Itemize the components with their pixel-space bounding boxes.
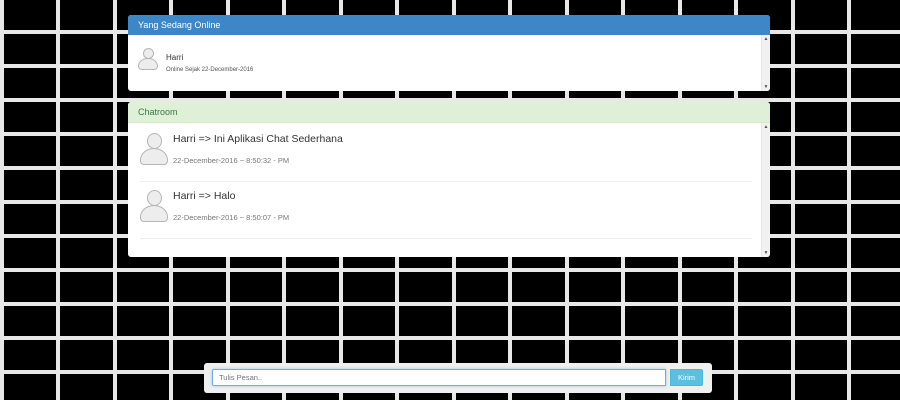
message-input[interactable] [212, 369, 666, 386]
chat-message: Harri => Ini Aplikasi Chat Sederhana 22-… [140, 125, 752, 182]
chat-message-time: 22-December-2016 ~ 8:50:32 - PM [173, 156, 290, 165]
chat-message-text: Harri => Halo [173, 190, 236, 202]
chat-message-time: 22-December-2016 ~ 8:50:07 - PM [173, 213, 290, 222]
online-user-name: Harri [166, 53, 184, 62]
scroll-up-icon[interactable]: ▲ [762, 35, 770, 43]
scroll-down-icon[interactable]: ▼ [762, 249, 770, 257]
send-button[interactable]: Kirim [670, 369, 703, 386]
scroll-up-icon[interactable]: ▲ [762, 123, 770, 131]
user-avatar-icon [140, 190, 168, 222]
online-users-panel: Yang Sedang Online Harri Online Sejak 22… [128, 15, 770, 91]
online-panel-scrollbar[interactable]: ▲ ▼ [761, 35, 770, 91]
online-user-status: Online Sejak 22-December-2016 [166, 67, 254, 73]
chatroom-panel: Chatroom Harri => Ini Aplikasi Chat Sede… [128, 102, 770, 257]
user-avatar-icon [140, 133, 168, 165]
message-composer: Kirim [204, 363, 712, 393]
scroll-down-icon[interactable]: ▼ [762, 83, 770, 91]
chatroom-panel-title: Chatroom [128, 102, 770, 123]
online-user-item: Harri Online Sejak 22-December-2016 [138, 45, 738, 81]
chat-message-text: Harri => Ini Aplikasi Chat Sederhana [173, 133, 343, 145]
online-panel-title: Yang Sedang Online [128, 15, 770, 35]
chatroom-scrollbar[interactable]: ▲ ▼ [761, 123, 770, 257]
chat-message: Harri => Halo 22-December-2016 ~ 8:50:07… [140, 182, 752, 239]
user-avatar-icon [138, 48, 158, 70]
